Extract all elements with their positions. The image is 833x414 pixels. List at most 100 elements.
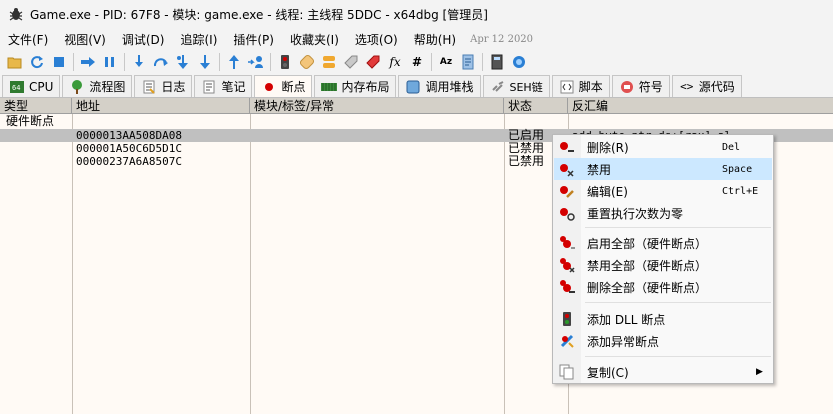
animate-icon[interactable]: [247, 53, 265, 71]
menu-item-edit[interactable]: 编辑(E) Ctrl+E: [554, 180, 772, 202]
menu-debug[interactable]: 调试(D): [114, 31, 173, 48]
patch-icon[interactable]: [298, 53, 316, 71]
script-icon[interactable]: [459, 53, 477, 71]
scylla-icon[interactable]: [276, 53, 294, 71]
menu-file[interactable]: 文件(F): [0, 31, 56, 48]
font-icon[interactable]: Az: [437, 53, 455, 71]
tab-label: 脚本: [578, 80, 603, 94]
menu-item-label: 删除全部（硬件断点）: [587, 280, 708, 295]
memory-map-icon: [321, 80, 338, 94]
menu-item-add-exception-bp[interactable]: 添加异常断点: [554, 330, 772, 352]
menu-item-delete-all[interactable]: 删除全部（硬件断点）: [554, 276, 772, 298]
tab-breakpoints[interactable]: 断点: [254, 75, 313, 97]
tab-source[interactable]: <> 源代码: [671, 75, 742, 97]
svg-text:64: 64: [12, 84, 20, 92]
bookmark-icon[interactable]: [364, 53, 382, 71]
tab-symbols[interactable]: 符号: [611, 75, 670, 97]
calculator-icon[interactable]: [488, 53, 506, 71]
menu-item-reset-hit-count[interactable]: 重置执行次数为零: [554, 202, 772, 224]
tab-label: SEH链: [509, 80, 543, 94]
log-icon: [141, 80, 157, 94]
pause-icon[interactable]: [101, 53, 119, 71]
menu-item-shortcut: Ctrl+E: [722, 185, 759, 197]
cpu-icon: 64: [9, 80, 25, 94]
toolbar-separator: [482, 53, 483, 71]
toolbar-separator: [73, 53, 74, 71]
comment-icon[interactable]: [320, 53, 338, 71]
disable-bp-icon: [560, 164, 574, 177]
menu-view[interactable]: 视图(V): [56, 31, 114, 48]
menu-item-delete[interactable]: 删除(R) Del: [554, 136, 772, 158]
menu-item-enable-all[interactable]: 启用全部（硬件断点）: [554, 232, 772, 254]
function-icon[interactable]: fx: [386, 53, 404, 71]
menu-favourites[interactable]: 收藏夹(I): [282, 31, 347, 48]
column-header-type[interactable]: 类型: [0, 98, 72, 114]
step-over-icon[interactable]: [152, 53, 170, 71]
title-bar: Game.exe - PID: 67F8 - 模块: game.exe - 线程…: [0, 0, 833, 28]
build-date: Apr 12 2020: [470, 33, 534, 45]
menu-item-label: 复制(C): [587, 365, 629, 380]
tab-call-stack[interactable]: 调用堆栈: [398, 75, 481, 97]
tab-seh[interactable]: SEH链: [482, 75, 550, 97]
call-stack-icon: [405, 80, 421, 94]
breakpoint-icon: [261, 80, 277, 94]
run-icon[interactable]: [79, 53, 97, 71]
restart-icon[interactable]: [28, 53, 46, 71]
disable-all-icon: [560, 258, 575, 273]
tab-label: CPU: [29, 79, 54, 94]
window-title: Game.exe - PID: 67F8 - 模块: game.exe - 线程…: [30, 7, 488, 22]
menu-help[interactable]: 帮助(H): [406, 31, 464, 48]
column-header-module[interactable]: 模块/标签/异常: [250, 98, 504, 114]
graph-icon: [69, 79, 85, 94]
menu-item-disable-all[interactable]: 禁用全部（硬件断点）: [554, 254, 772, 276]
submenu-arrow-icon: ▶: [756, 367, 763, 377]
tab-log[interactable]: 日志: [134, 75, 193, 97]
menu-options[interactable]: 选项(O): [347, 31, 406, 48]
column-header-address[interactable]: 地址: [72, 98, 250, 114]
tab-label: 源代码: [698, 80, 735, 94]
table-header: 类型 地址 模块/标签/异常 状态 反汇编: [0, 98, 833, 114]
row-address: 00000237A6A8507C: [76, 155, 182, 168]
tab-label: 流程图: [89, 80, 126, 94]
menu-item-label: 禁用: [587, 162, 612, 177]
menu-trace[interactable]: 追踪(I): [172, 31, 225, 48]
label-icon[interactable]: [342, 53, 360, 71]
edit-bp-icon: [560, 186, 574, 198]
menu-item-shortcut: Space: [722, 163, 753, 175]
context-menu: 删除(R) Del 禁用 Space 编辑(E) Ctrl+E 重置执行次数为零…: [552, 134, 774, 384]
column-header-status[interactable]: 状态: [504, 98, 568, 114]
hash-icon[interactable]: #: [408, 53, 426, 71]
toolbar-separator: [124, 53, 125, 71]
open-icon[interactable]: [6, 53, 24, 71]
tab-cpu[interactable]: 64 CPU: [2, 75, 61, 97]
exception-bp-icon: [560, 334, 574, 348]
column-header-disasm[interactable]: 反汇编: [568, 98, 833, 114]
trace-into-icon[interactable]: [174, 53, 192, 71]
run-to-user-icon[interactable]: [225, 53, 243, 71]
tab-notes[interactable]: 笔记: [194, 75, 253, 97]
notes-icon: [201, 80, 217, 94]
menu-item-shortcut: Del: [722, 141, 741, 153]
row-address: 0000013AA508DA08: [76, 129, 182, 142]
menu-item-add-dll-bp[interactable]: 添加 DLL 断点: [554, 308, 772, 330]
help-icon[interactable]: [510, 53, 528, 71]
delete-all-icon: [560, 280, 575, 293]
stop-icon[interactable]: [50, 53, 68, 71]
menu-item-label: 编辑(E): [587, 184, 628, 199]
menu-separator: [585, 302, 771, 303]
menu-item-label: 删除(R): [587, 140, 629, 155]
bug-icon: [9, 8, 23, 21]
step-into-icon[interactable]: [130, 53, 148, 71]
tab-script[interactable]: 脚本: [551, 75, 610, 97]
menu-item-label: 重置执行次数为零: [587, 206, 684, 221]
tab-graph[interactable]: 流程图: [62, 75, 133, 97]
menu-item-label: 禁用全部（硬件断点）: [587, 258, 708, 273]
tab-memory-map[interactable]: 内存布局: [314, 75, 397, 97]
delete-bp-icon: [560, 142, 574, 152]
tab-label: 调用堆栈: [425, 80, 474, 94]
menu-plugins[interactable]: 插件(P): [225, 31, 282, 48]
trace-over-icon[interactable]: [196, 53, 214, 71]
menu-bar: 文件(F) 视图(V) 调试(D) 追踪(I) 插件(P) 收藏夹(I) 选项(…: [0, 28, 833, 50]
menu-item-disable[interactable]: 禁用 Space: [554, 158, 772, 180]
menu-item-copy[interactable]: 复制(C) ▶: [554, 361, 772, 383]
